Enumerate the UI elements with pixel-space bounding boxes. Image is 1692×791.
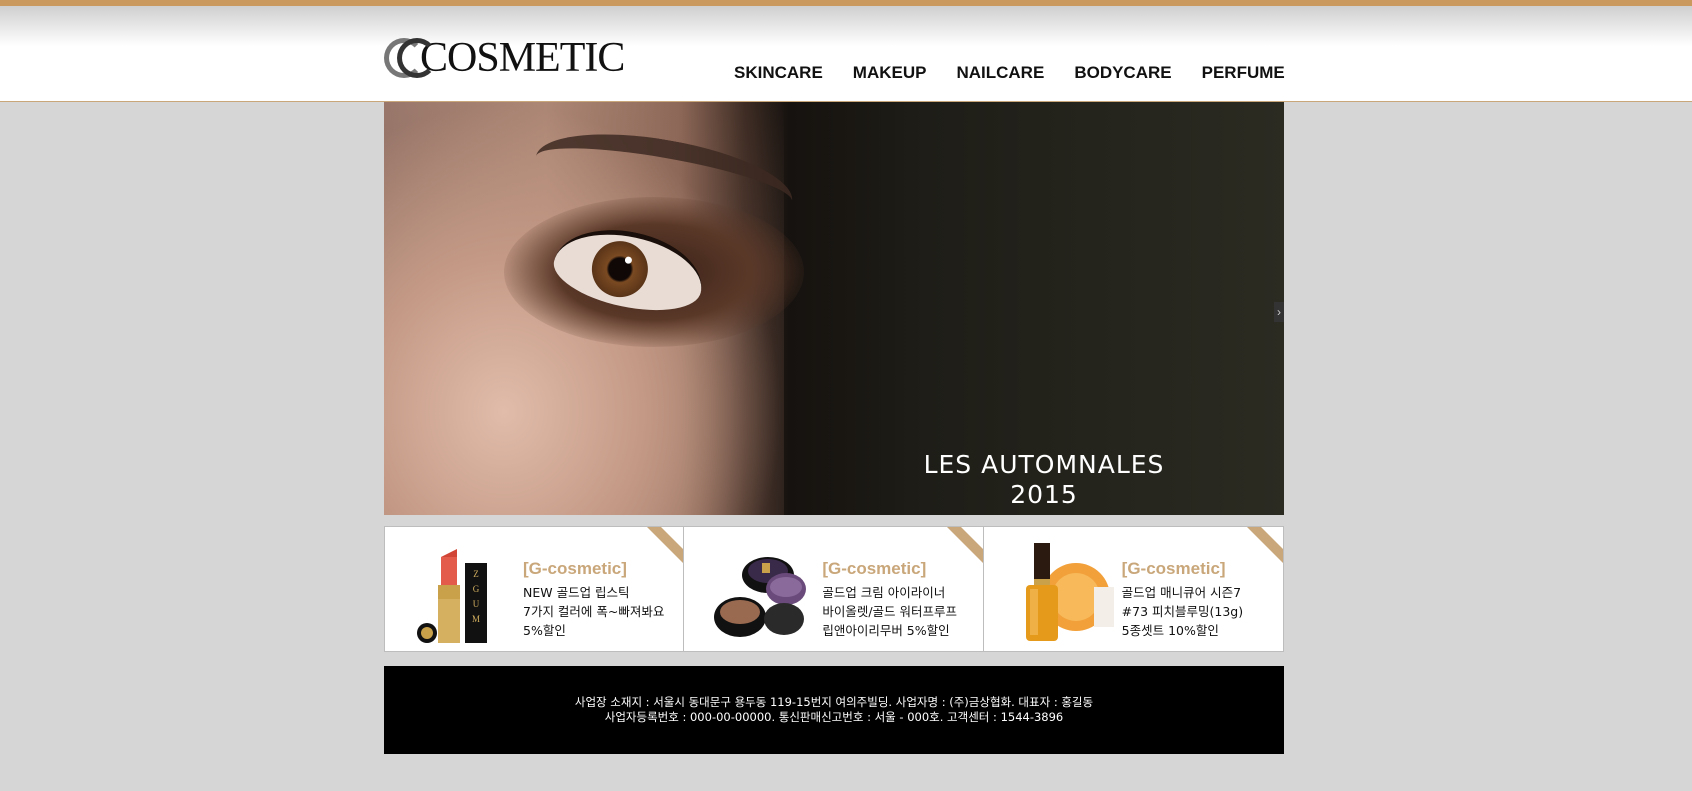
hero-caption-title: LES AUTOMNALES <box>923 450 1165 479</box>
hero-iris <box>586 235 654 303</box>
svg-text:U: U <box>473 599 480 609</box>
manicure-product-image <box>1025 543 1114 641</box>
site-logo[interactable]: COSMETIC <box>384 35 625 81</box>
double-c-logo-icon <box>384 38 437 78</box>
promo-strip: Z G U M [G-cosmetic] NEW 골드업 립스틱 7가지 컬러에… <box>384 526 1284 652</box>
promo-card-eyeliner[interactable]: [G-cosmetic] 골드업 크림 아이라이너 바이올렛/골드 워터프루프 … <box>684 527 984 651</box>
nav-item-makeup[interactable]: MAKEUP <box>853 63 927 83</box>
header-gradient <box>0 6 1692 46</box>
promo-text: [G-cosmetic] NEW 골드업 립스틱 7가지 컬러에 폭~빠져봐요 … <box>523 559 683 640</box>
footer-address: 사업장 소재지 : 서울시 동대문구 용두동 119-15번지 여의주빌딩. 사… <box>574 695 1094 709</box>
promo-brand: [G-cosmetic] <box>1121 559 1226 578</box>
promo-line: 립앤아이리무버 5%할인 <box>822 623 950 638</box>
promo-card-manicure[interactable]: [G-cosmetic] 골드업 매니큐어 시즌7 #73 피치블루밍(13g)… <box>984 527 1283 651</box>
promo-line: 골드업 매니큐어 시즌7 <box>1121 585 1242 600</box>
promo-brand: [G-cosmetic] <box>822 559 927 578</box>
logo-text: COSMETIC <box>420 35 625 81</box>
nav-item-bodycare[interactable]: BODYCARE <box>1074 63 1171 83</box>
footer-registration: 사업자등록번호 : 000-00-00000. 통신판매신고번호 : 서울 - … <box>604 710 1064 724</box>
main-nav: SKINCARE MAKEUP NAILCARE BODYCARE PERFUM… <box>734 63 1285 83</box>
promo-line: 바이올렛/골드 워터프루프 <box>822 604 958 619</box>
nav-item-skincare[interactable]: SKINCARE <box>734 63 823 83</box>
promo-line: 5종셋트 10%할인 <box>1121 623 1219 638</box>
promo-text: [G-cosmetic] 골드업 크림 아이라이너 바이올렛/골드 워터프루프 … <box>822 559 982 640</box>
site-header: COSMETIC SKINCARE MAKEUP NAILCARE BODYCA… <box>0 0 1692 102</box>
svg-text:M: M <box>472 614 480 624</box>
hero-banner[interactable]: LES AUTOMNALES 2015 › <box>384 102 1284 515</box>
svg-text:G: G <box>473 584 480 594</box>
eyeliner-product-image <box>714 557 807 637</box>
svg-text:Z: Z <box>473 569 479 579</box>
promo-line: 7가지 컬러에 폭~빠져봐요 <box>523 604 665 619</box>
promo-text: [G-cosmetic] 골드업 매니큐어 시즌7 #73 피치블루밍(13g)… <box>1122 559 1282 640</box>
nav-item-nailcare[interactable]: NAILCARE <box>956 63 1044 83</box>
promo-card-lipstick[interactable]: Z G U M [G-cosmetic] NEW 골드업 립스틱 7가지 컬러에… <box>385 527 685 651</box>
promo-brand: [G-cosmetic] <box>523 559 627 578</box>
promo-line: 5%할인 <box>523 623 566 638</box>
site-footer: 사업장 소재지 : 서울시 동대문구 용두동 119-15번지 여의주빌딩. 사… <box>384 666 1284 754</box>
promo-line: 골드업 크림 아이라이너 <box>822 585 946 600</box>
hero-caption: LES AUTOMNALES 2015 <box>874 450 1214 510</box>
promo-line: #73 피치블루밍(13g) <box>1121 604 1244 619</box>
slider-next-button[interactable]: › <box>1274 302 1284 322</box>
promo-line: NEW 골드업 립스틱 <box>523 585 630 600</box>
nav-item-perfume[interactable]: PERFUME <box>1202 63 1285 83</box>
hero-caption-year: 2015 <box>1010 480 1078 509</box>
lipstick-product-image: Z G U M <box>417 549 487 643</box>
